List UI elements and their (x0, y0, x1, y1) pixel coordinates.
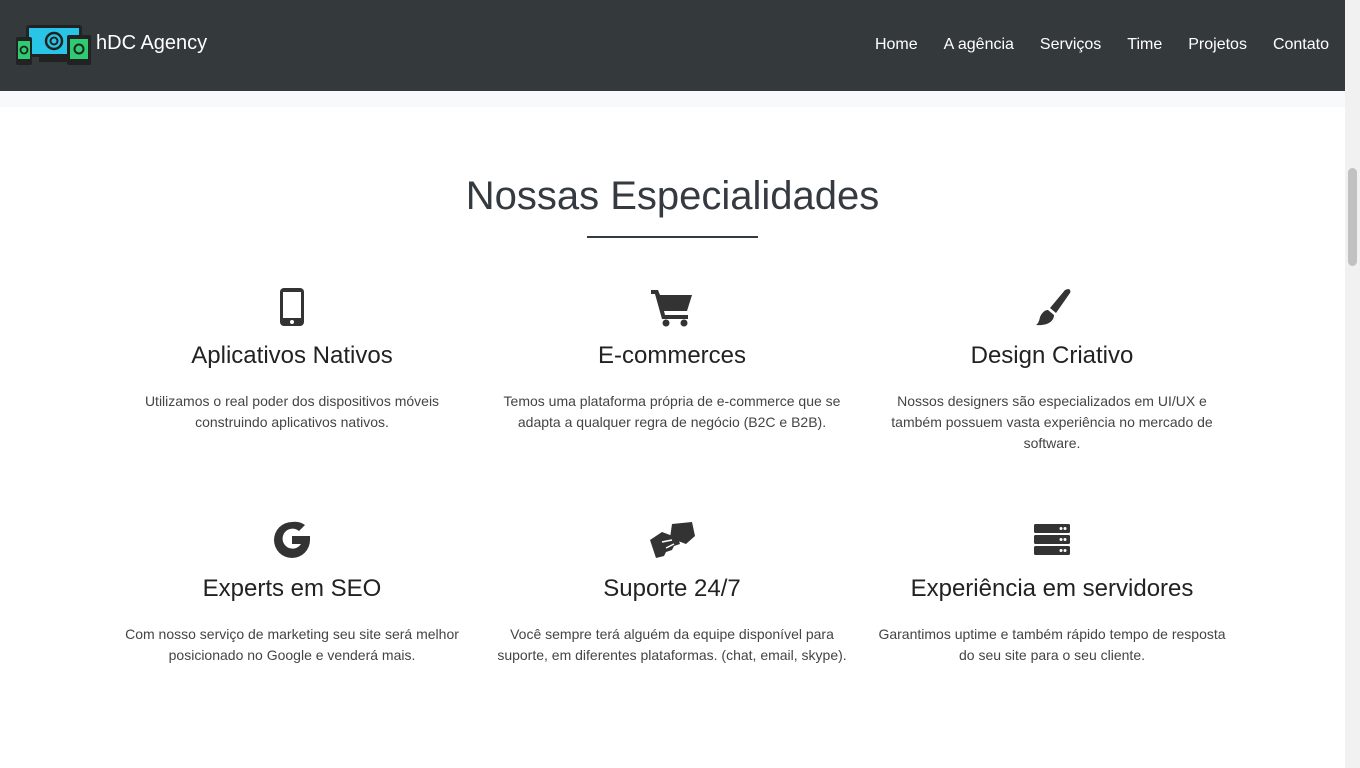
service-description: Você sempre terá alguém da equipe dispon… (497, 626, 847, 663)
page-scrollbar[interactable] (1345, 0, 1360, 768)
handshake-icon (492, 520, 852, 562)
main-nav: Home A agência Serviços Time Projetos Co… (849, 35, 1329, 55)
service-title: Design Criativo (970, 342, 1134, 369)
service-card-design: Design Criativo Nossos designers são esp… (872, 287, 1232, 454)
scrollbar-thumb[interactable] (1348, 168, 1357, 266)
navbar: hDC Agency Home A agência Serviços Time … (0, 0, 1345, 91)
nav-item-home[interactable]: Home (875, 35, 918, 55)
nav-item-time[interactable]: Time (1127, 35, 1162, 55)
service-card-ecommerce: E-commerces Temos uma plataforma própria… (492, 287, 852, 433)
service-card-servers: Experiência em servidores Garantimos upt… (872, 520, 1232, 666)
server-icon (872, 520, 1232, 562)
service-title: Experiência em servidores (910, 575, 1194, 602)
title-divider (587, 236, 758, 238)
nav-item-agencia[interactable]: A agência (944, 35, 1014, 55)
section-title: Nossas Especialidades (465, 174, 880, 218)
nav-item-projetos[interactable]: Projetos (1188, 35, 1247, 55)
google-icon (112, 520, 472, 562)
service-title: Suporte 24/7 (603, 575, 741, 602)
devices-logo-icon (16, 25, 91, 65)
nav-item-servicos[interactable]: Serviços (1040, 35, 1101, 55)
mobile-phone-icon (112, 287, 472, 329)
service-card-apps: Aplicativos Nativos Utilizamos o real po… (112, 287, 472, 433)
service-card-seo: Experts em SEO Com nosso serviço de mark… (112, 520, 472, 666)
service-description: Temos uma plataforma própria de e-commer… (503, 393, 841, 430)
service-title: E-commerces (597, 342, 747, 369)
service-description: Garantimos uptime e também rápido tempo … (878, 626, 1226, 663)
paint-brush-icon (872, 287, 1232, 329)
service-title: Experts em SEO (202, 575, 382, 602)
brand-link[interactable]: hDC Agency (15, 23, 207, 67)
brand-name: hDC Agency (96, 31, 208, 54)
service-title: Aplicativos Nativos (191, 342, 393, 369)
shopping-cart-icon (492, 287, 852, 329)
service-description: Nossos designers são especializados em U… (891, 393, 1213, 451)
nav-item-contato[interactable]: Contato (1273, 35, 1329, 55)
service-description: Utilizamos o real poder dos dispositivos… (144, 393, 440, 430)
header-band (0, 91, 1345, 107)
service-card-support: Suporte 24/7 Você sempre terá alguém da … (492, 520, 852, 666)
service-description: Com nosso serviço de marketing seu site … (125, 626, 459, 663)
